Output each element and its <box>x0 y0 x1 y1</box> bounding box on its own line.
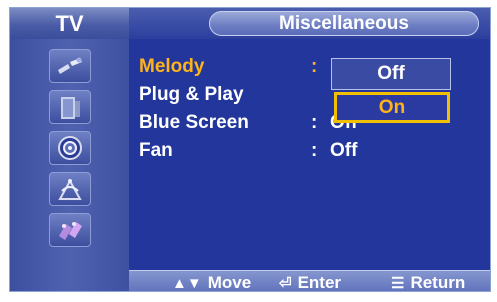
enter-icon: ⏎ <box>279 275 292 292</box>
sound-icon[interactable] <box>49 131 91 165</box>
menu-frame: TV Miscellaneous Melody: Plug & Play Bl… <box>9 7 491 292</box>
picture-icon[interactable] <box>49 90 91 124</box>
footer-move: ▲▼ Move <box>172 271 252 292</box>
tv-osd-screen: TV Miscellaneous Melody: Plug & Play Bl… <box>0 0 497 302</box>
menu-item-melody[interactable]: Melody <box>139 56 204 78</box>
footer-bar: ▲▼ Move ⏎ Enter ☰ Return <box>129 270 490 292</box>
melody-colon: : <box>311 56 318 77</box>
footer-return: ☰ Return <box>391 271 466 292</box>
blue-screen-colon: : <box>311 112 318 133</box>
menu-item-blue-screen[interactable]: Blue Screen <box>139 112 249 134</box>
channel-icon[interactable] <box>49 172 91 206</box>
return-label: Return <box>410 273 466 292</box>
tv-label: TV <box>55 11 84 36</box>
fan-value: Off <box>330 140 358 161</box>
enter-label: Enter <box>297 273 342 292</box>
menu-item-fan[interactable]: Fan <box>139 140 173 162</box>
move-label: Move <box>207 273 252 292</box>
input-icon[interactable] <box>49 49 91 83</box>
fan-colon: : <box>311 140 318 161</box>
footer-enter: ⏎ Enter <box>279 271 342 292</box>
menu-title: Miscellaneous <box>279 13 409 34</box>
return-icon: ☰ <box>391 275 405 292</box>
menu-item-plug-and-play[interactable]: Plug & Play <box>139 84 244 106</box>
dropdown-option-on[interactable]: On <box>334 92 450 123</box>
sidebar <box>10 39 129 291</box>
tv-label-tab: TV <box>10 8 129 40</box>
move-arrows-icon: ▲▼ <box>172 275 202 292</box>
setup-icon[interactable] <box>49 213 91 247</box>
dropdown-option-off[interactable]: Off <box>331 58 451 90</box>
